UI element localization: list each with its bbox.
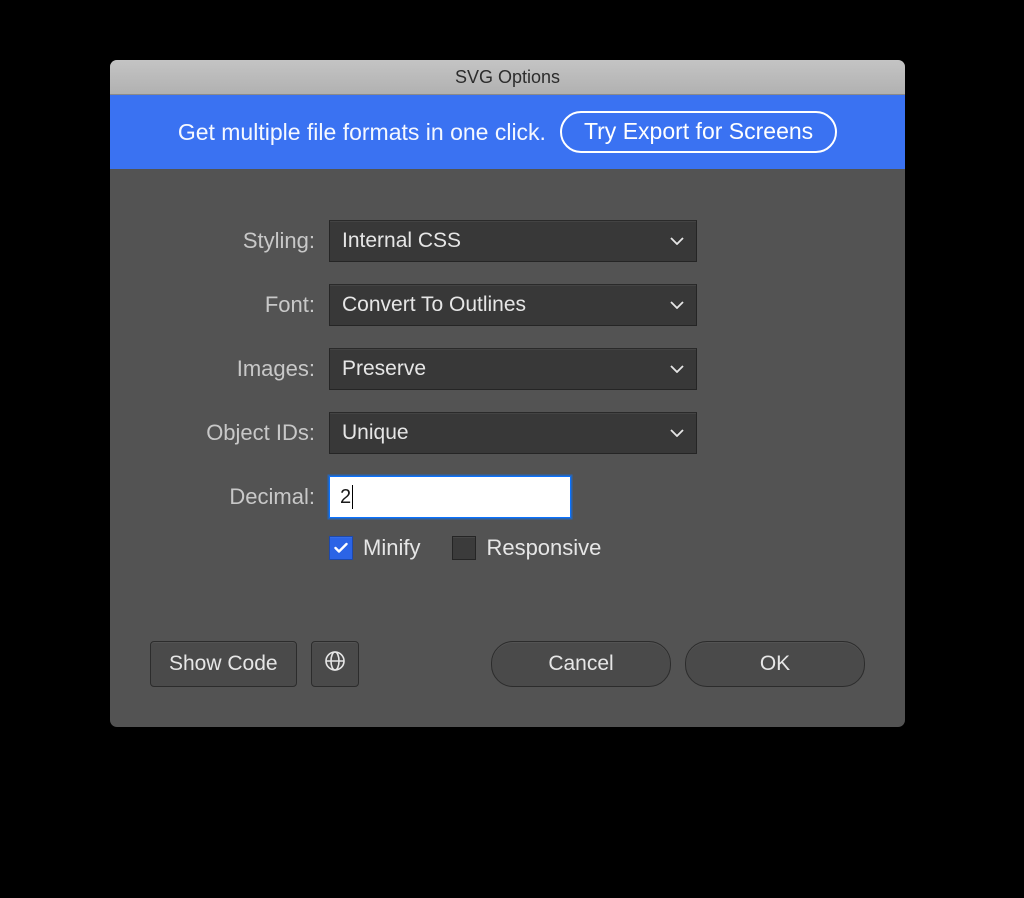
dialog-title: SVG Options	[455, 67, 560, 88]
responsive-checkbox[interactable]	[452, 536, 476, 560]
minify-label: Minify	[363, 535, 420, 561]
images-select[interactable]: Preserve	[329, 348, 697, 390]
chevron-down-icon	[670, 298, 684, 312]
chevron-down-icon	[670, 362, 684, 376]
globe-icon	[324, 650, 346, 678]
font-select[interactable]: Convert To Outlines	[329, 284, 697, 326]
minify-checkbox[interactable]	[329, 536, 353, 560]
font-value: Convert To Outlines	[342, 293, 526, 317]
ok-button[interactable]: OK	[685, 641, 865, 687]
images-value: Preserve	[342, 357, 426, 381]
show-code-label: Show Code	[169, 652, 278, 676]
object-ids-value: Unique	[342, 421, 409, 445]
object-ids-select[interactable]: Unique	[329, 412, 697, 454]
images-label: Images:	[150, 356, 329, 382]
cancel-label: Cancel	[548, 652, 613, 676]
decimal-value: 2	[340, 486, 351, 509]
responsive-label: Responsive	[486, 535, 601, 561]
chevron-down-icon	[670, 426, 684, 440]
show-code-button[interactable]: Show Code	[150, 641, 297, 687]
cancel-button[interactable]: Cancel	[491, 641, 671, 687]
styling-select[interactable]: Internal CSS	[329, 220, 697, 262]
decimal-label: Decimal:	[150, 484, 329, 510]
svg-options-dialog: SVG Options Get multiple file formats in…	[110, 60, 905, 727]
dialog-footer: Show Code Cancel OK	[110, 641, 905, 727]
text-caret	[352, 485, 353, 509]
styling-label: Styling:	[150, 228, 329, 254]
dialog-body: Styling: Internal CSS Font: Convert To O…	[110, 169, 905, 641]
ok-label: OK	[760, 652, 790, 676]
banner-text: Get multiple file formats in one click.	[178, 119, 546, 146]
web-preview-button[interactable]	[311, 641, 359, 687]
font-label: Font:	[150, 292, 329, 318]
chevron-down-icon	[670, 234, 684, 248]
export-banner: Get multiple file formats in one click. …	[110, 95, 905, 169]
try-export-for-screens-button[interactable]: Try Export for Screens	[560, 111, 837, 153]
styling-value: Internal CSS	[342, 229, 461, 253]
object-ids-label: Object IDs:	[150, 420, 329, 446]
decimal-input[interactable]: 2	[329, 476, 571, 518]
dialog-titlebar[interactable]: SVG Options	[110, 60, 905, 95]
try-export-label: Try Export for Screens	[584, 118, 813, 144]
